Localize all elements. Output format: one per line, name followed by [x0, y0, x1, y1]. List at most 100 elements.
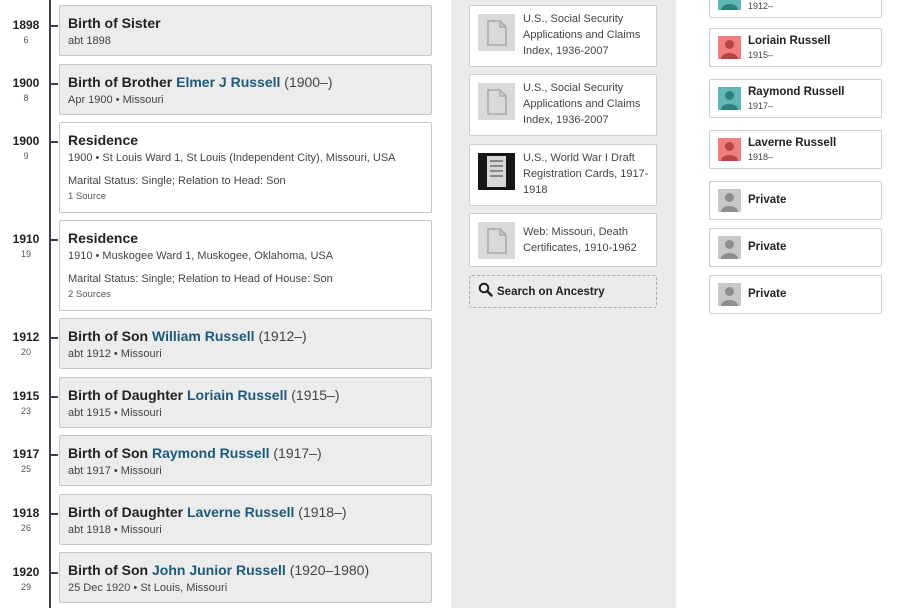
family-member-card[interactable]: Private [709, 181, 882, 220]
source-count-link[interactable]: 2 Sources [68, 289, 423, 300]
sources-panel: U.S., Social Security Applications and C… [451, 0, 676, 608]
event-date-place: 1910 • Muskogee Ward 1, Muskogee, Oklaho… [68, 250, 334, 262]
family-member-card[interactable]: Laverne Russell 1918– [709, 130, 882, 169]
event-card[interactable]: Residence 1910 • Muskogee Ward 1, Muskog… [59, 220, 432, 311]
source-title: Web: Missouri, Death Certificates, 1910-… [523, 226, 637, 254]
family-member-name: Private [748, 241, 787, 253]
event-card[interactable]: Birth of Son John Junior Russell (1920–1… [59, 552, 432, 603]
event-card[interactable]: Birth of Son William Russell (1912–) abt… [59, 318, 432, 369]
event-card[interactable]: Birth of Daughter Laverne Russell (1918–… [59, 494, 432, 545]
source-title: U.S., Social Security Applications and C… [523, 82, 641, 126]
event-age: 6 [23, 35, 29, 45]
source-card[interactable]: U.S., Social Security Applications and C… [469, 74, 657, 136]
family-member-card[interactable]: Private [709, 228, 882, 267]
event-year: 1900 [12, 76, 40, 90]
event-year: 1918 [12, 506, 40, 520]
event-age: 19 [20, 249, 31, 259]
event-date-place: abt 1898 [68, 35, 111, 47]
person-link[interactable]: Laverne Russell [187, 504, 294, 520]
event-detail: Marital Status: Single; Relation to Head… [68, 175, 286, 187]
event-age: 23 [20, 406, 31, 416]
event-title: Residence [68, 230, 139, 246]
family-member-name: Private [748, 288, 787, 300]
event-card[interactable]: Birth of Sister abt 1898 [59, 5, 432, 56]
event-year: 1900 [12, 134, 40, 148]
timeline-tick [50, 83, 58, 85]
person-link[interactable]: William Russell [152, 328, 255, 344]
event-date-place: Apr 1900 • Missouri [68, 94, 164, 106]
timeline-tick [50, 513, 58, 515]
timeline-tick [50, 337, 58, 339]
timeline-tick [50, 25, 58, 27]
person-link[interactable]: Elmer J Russell [176, 74, 280, 90]
family-member-name: Laverne Russell [748, 137, 837, 149]
record-image-thumbnail [478, 153, 515, 190]
event-age: 8 [23, 93, 29, 103]
search-on-ancestry-button[interactable]: Search on Ancestry [469, 275, 657, 308]
event-date-place: abt 1918 • Missouri [68, 524, 162, 536]
unknown-avatar-icon [718, 236, 741, 259]
family-member-dates: 1917– [748, 101, 774, 111]
source-count-link[interactable]: 1 Source [68, 191, 423, 202]
timeline-tick [50, 396, 58, 398]
event-date-place: 1900 • St Louis Ward 1, St Louis (Indepe… [68, 152, 396, 164]
event-year: 1920 [12, 565, 40, 579]
person-link[interactable]: Loriain Russell [187, 387, 287, 403]
search-button-label: Search on Ancestry [497, 285, 605, 298]
family-member-dates: 1912– [748, 1, 774, 11]
event-year: 1917 [12, 447, 40, 461]
source-card[interactable]: Web: Missouri, Death Certificates, 1910-… [469, 213, 657, 267]
source-card[interactable]: U.S., World War I Draft Registration Car… [469, 144, 657, 206]
person-link[interactable]: John Junior Russell [152, 562, 286, 578]
event-title: Birth of Son John Junior Russell (1920–1… [68, 562, 370, 578]
event-age: 25 [20, 464, 31, 474]
timeline-tick [50, 454, 58, 456]
family-member-name: Private [748, 194, 787, 206]
timeline-tick [50, 572, 58, 574]
person-link[interactable]: Raymond Russell [152, 445, 269, 461]
female-avatar-icon [718, 138, 741, 161]
document-icon [478, 83, 515, 120]
unknown-avatar-icon [718, 283, 741, 306]
family-panel: 1912– Loriain Russell 1915– Raymond Russ… [676, 0, 897, 608]
unknown-avatar-icon [718, 189, 741, 212]
source-card[interactable]: U.S., Social Security Applications and C… [469, 5, 657, 67]
event-card[interactable]: Birth of Son Raymond Russell (1917–) abt… [59, 435, 432, 486]
family-member-card[interactable]: 1912– [709, 0, 882, 18]
event-date-place: abt 1917 • Missouri [68, 465, 162, 477]
event-title: Birth of Son William Russell (1912–) [68, 328, 307, 344]
event-card[interactable]: Birth of Brother Elmer J Russell (1900–)… [59, 64, 432, 115]
family-member-card[interactable]: Loriain Russell 1915– [709, 28, 882, 67]
event-title: Birth of Daughter Laverne Russell (1918–… [68, 504, 347, 520]
family-member-card[interactable]: Raymond Russell 1917– [709, 79, 882, 118]
male-avatar-icon [718, 87, 741, 110]
family-member-name: Loriain Russell [748, 35, 831, 47]
event-title: Birth of Sister [68, 15, 161, 31]
family-member-dates: 1918– [748, 152, 774, 162]
event-detail: Marital Status: Single; Relation to Head… [68, 273, 333, 285]
event-card[interactable]: Birth of Daughter Loriain Russell (1915–… [59, 377, 432, 428]
female-avatar-icon [718, 36, 741, 59]
family-member-card[interactable]: Private [709, 275, 882, 314]
event-title: Birth of Daughter Loriain Russell (1915–… [68, 387, 340, 403]
event-age: 20 [20, 347, 31, 357]
event-age: 29 [20, 582, 31, 592]
family-member-name: Raymond Russell [748, 86, 845, 98]
life-events-timeline: 1898 6 Birth of Sister abt 1898 1900 8 B… [0, 0, 450, 608]
event-title: Residence [68, 132, 139, 148]
timeline-tick [50, 239, 58, 241]
source-title: U.S., World War I Draft Registration Car… [523, 152, 649, 196]
timeline-line [49, 0, 51, 608]
document-icon [478, 222, 515, 259]
event-date-place: abt 1912 • Missouri [68, 348, 162, 360]
event-title: Birth of Brother Elmer J Russell (1900–) [68, 74, 333, 90]
male-avatar-icon [718, 0, 741, 10]
event-card[interactable]: Residence 1900 • St Louis Ward 1, St Lou… [59, 122, 432, 213]
document-icon [478, 14, 515, 51]
event-date-place: 25 Dec 1920 • St Louis, Missouri [68, 582, 228, 594]
event-age: 26 [20, 523, 31, 533]
event-year: 1910 [12, 232, 40, 246]
family-member-dates: 1915– [748, 50, 774, 60]
timeline-tick [50, 141, 58, 143]
search-icon [478, 282, 493, 302]
